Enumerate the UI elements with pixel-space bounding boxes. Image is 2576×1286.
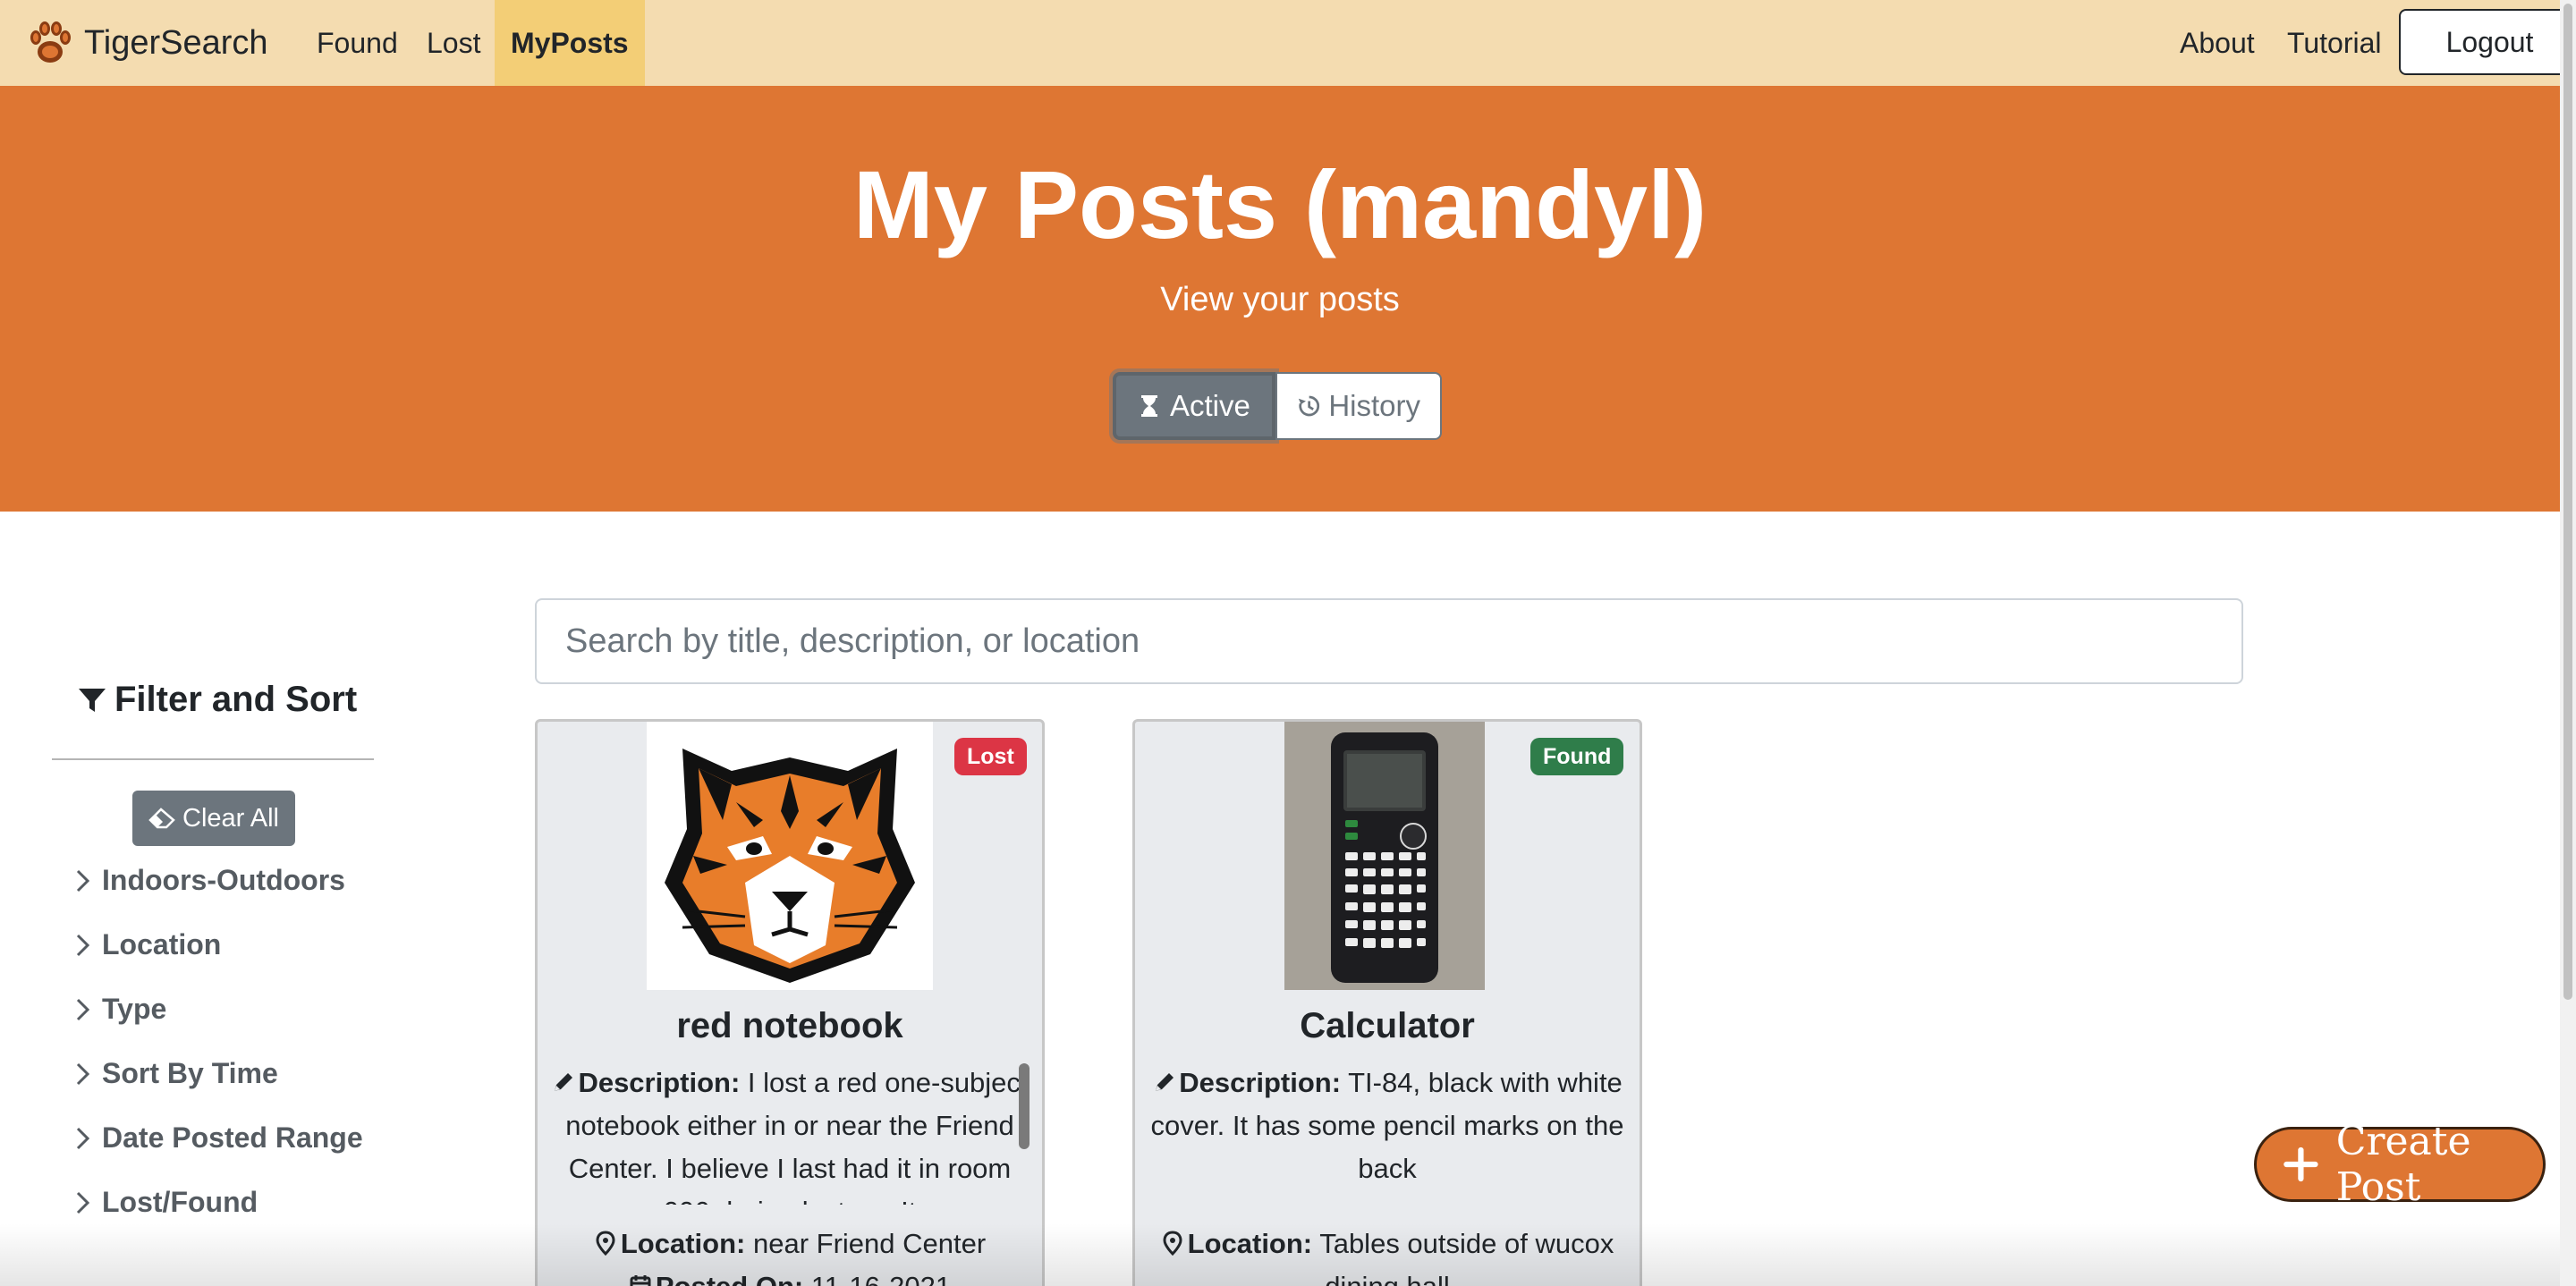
- page-title: My Posts (mandyl): [852, 150, 1707, 258]
- clear-all-button[interactable]: Clear All: [132, 791, 295, 846]
- nav-link-found[interactable]: Found: [317, 0, 398, 86]
- location-label: Location:: [1187, 1228, 1313, 1259]
- post-card[interactable]: Lost red notebook Description: I lost a …: [535, 719, 1045, 1286]
- posted-label: Posted On:: [656, 1271, 803, 1286]
- post-title: red notebook: [676, 1006, 903, 1045]
- filter-divider: [52, 758, 374, 760]
- map-pin-icon: [596, 1231, 615, 1256]
- post-location: Location: Tables outside of wucox dining…: [1135, 1223, 1640, 1286]
- filter-lost-found[interactable]: Lost/Found: [73, 1186, 258, 1219]
- create-post-label: Create Post: [2335, 1119, 2471, 1210]
- navbar: TigerSearch Found Lost MyPosts About Tut…: [0, 0, 2576, 86]
- nav-link-tutorial[interactable]: Tutorial: [2287, 0, 2382, 86]
- filter-sort-by-time[interactable]: Sort By Time: [73, 1057, 278, 1090]
- history-icon: [1298, 395, 1320, 417]
- plus-icon: [2284, 1146, 2318, 1182]
- chevron-right-icon: [76, 869, 90, 892]
- filter-heading-label: Filter and Sort: [114, 680, 358, 719]
- eraser-icon: [148, 808, 175, 829]
- search-input[interactable]: [535, 598, 2243, 684]
- post-title: Calculator: [1300, 1006, 1475, 1045]
- location-text: near Friend Center: [752, 1228, 987, 1259]
- brand-name: TigerSearch: [84, 23, 268, 62]
- post-description: Description: I lost a red one-subject no…: [550, 1062, 1030, 1205]
- status-badge: Found: [1530, 738, 1624, 775]
- nav-link-lost[interactable]: Lost: [427, 0, 480, 86]
- post-description: Description: TI-84, black with white cov…: [1148, 1062, 1627, 1205]
- chevron-right-icon: [76, 998, 90, 1020]
- brand-link[interactable]: TigerSearch: [25, 18, 268, 68]
- status-badge: Lost: [954, 738, 1027, 775]
- filter-indoors-outdoors[interactable]: Indoors-Outdoors: [73, 864, 345, 897]
- pencil-icon: [1156, 1073, 1174, 1091]
- chevron-right-icon: [76, 1191, 90, 1214]
- description-label: Description:: [1179, 1067, 1342, 1098]
- post-date: Posted On: 11-16-2021: [538, 1265, 1042, 1286]
- description-label: Description:: [578, 1067, 741, 1098]
- filter-location[interactable]: Location: [73, 928, 221, 961]
- pencil-icon: [555, 1073, 573, 1091]
- location-label: Location:: [620, 1228, 746, 1259]
- filter-item-label: Location: [102, 928, 222, 960]
- filter-item-label: Type: [102, 993, 167, 1025]
- chevron-right-icon: [76, 934, 90, 956]
- description-scrollbar[interactable]: [1019, 1063, 1030, 1149]
- nav-link-myposts[interactable]: MyPosts: [495, 0, 645, 86]
- filter-item-label: Lost/Found: [102, 1186, 258, 1218]
- calculator-image: [1284, 722, 1485, 990]
- filter-item-label: Sort By Time: [102, 1057, 278, 1089]
- calendar-icon: [630, 1275, 651, 1286]
- chevron-right-icon: [76, 1127, 90, 1149]
- post-status-toggle: Active History: [1113, 372, 1442, 440]
- page-subtitle: View your posts: [1160, 281, 1400, 318]
- filter-date-posted-range[interactable]: Date Posted Range: [73, 1121, 363, 1155]
- filter-item-label: Indoors-Outdoors: [102, 864, 345, 896]
- create-post-button[interactable]: Create Post: [2254, 1119, 2546, 1210]
- active-toggle-label: Active: [1170, 389, 1250, 422]
- page-scrollbar-thumb[interactable]: [2563, 4, 2572, 1000]
- nav-link-about[interactable]: About: [2180, 0, 2255, 86]
- map-pin-icon: [1163, 1231, 1182, 1256]
- hero-banner: My Posts (mandyl) View your posts Active…: [0, 86, 2560, 512]
- post-card[interactable]: Found Calculator Description: TI-84, bla…: [1132, 719, 1642, 1286]
- location-text: Tables outside of wucox dining hall: [1319, 1228, 1614, 1286]
- hourglass-icon: [1141, 395, 1157, 417]
- post-location: Location: near Friend Center: [538, 1223, 1042, 1265]
- active-toggle-button[interactable]: Active: [1113, 372, 1275, 440]
- chevron-right-icon: [76, 1062, 90, 1085]
- filter-icon: [79, 688, 106, 712]
- filter-item-label: Date Posted Range: [102, 1121, 363, 1154]
- clear-all-label: Clear All: [182, 803, 279, 833]
- filter-heading: Filter and Sort: [77, 680, 357, 720]
- history-toggle-button[interactable]: History: [1275, 372, 1442, 440]
- paw-logo-icon: [30, 21, 71, 63]
- posted-text: 11-16-2021: [811, 1271, 951, 1286]
- filter-type[interactable]: Type: [73, 993, 166, 1026]
- history-toggle-label: History: [1328, 389, 1420, 422]
- tiger-logo-image: [647, 722, 933, 990]
- logout-button[interactable]: Logout: [2399, 9, 2576, 75]
